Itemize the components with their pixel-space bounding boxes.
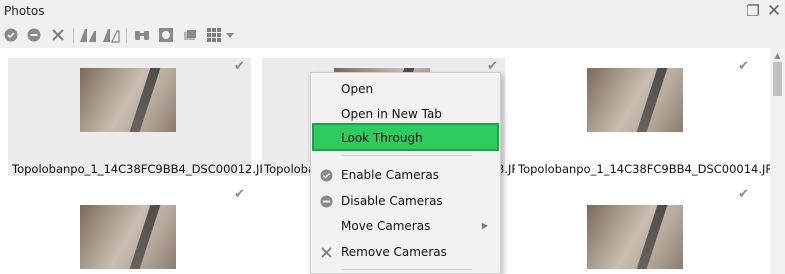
disable-icon[interactable] [25,26,43,44]
menu-item-look-through[interactable]: Look Through [341,127,502,149]
photo-thumbnail[interactable] [587,205,683,269]
toolbar-separator [73,28,74,43]
menu-item-label: Enable Cameras [341,168,440,182]
photo-card[interactable]: ✔ [8,186,251,274]
menu-item-remove-cameras[interactable]: Remove Cameras [320,241,502,263]
vertical-scrollbar[interactable]: ▲ [770,48,785,274]
menu-item-open[interactable]: Open [341,78,502,100]
disable-icon [319,194,333,208]
photo-filename: Topolobanpo_1_14C38FC9BB4_DSC00014.JPG [518,162,782,176]
context-menu: Open Open in New Tab Look Through Enable… [310,72,501,274]
menu-item-move-cameras[interactable]: Move Cameras ▶ [341,215,502,237]
record-icon[interactable] [157,26,175,44]
scrollbar-thumb[interactable] [773,62,782,96]
checkmark-icon[interactable]: ✔ [738,60,752,74]
photo-thumbnail[interactable] [587,68,683,132]
photo-thumbnail[interactable] [80,205,176,269]
photo-card[interactable]: ✔ [515,186,758,274]
photo-thumbnail[interactable] [80,68,176,132]
checkmark-icon[interactable]: ✔ [738,188,752,202]
title-bar: Photos ❐ ✕ [0,0,785,22]
menu-item-enable-cameras[interactable]: Enable Cameras [320,164,502,186]
photo-filename: Topolobanpo_1_14C38FC9BB4_DSC00012.JPG [12,162,276,176]
menu-item-disable-cameras[interactable]: Disable Cameras [320,190,502,212]
menu-separator [341,269,472,270]
enable-icon[interactable] [2,26,20,44]
enable-icon [319,168,333,182]
checkmark-icon[interactable]: ✔ [234,60,248,74]
dropdown-arrow-icon[interactable] [224,26,236,44]
restore-icon[interactable]: ❐ [744,2,762,20]
panel-title: Photos [4,4,45,18]
binoculars-icon[interactable] [133,26,151,44]
menu-item-label: Move Cameras [341,219,431,233]
remove-icon[interactable] [49,26,67,44]
checkmark-icon[interactable]: ✔ [234,188,248,202]
menu-separator [341,155,472,156]
grid-view-icon[interactable] [205,26,223,44]
align-icon[interactable] [79,26,97,44]
submenu-arrow-icon: ▶ [481,221,488,230]
menu-item-label: Remove Cameras [341,245,447,259]
scroll-up-arrow-icon[interactable]: ▲ [770,48,785,63]
photo-card[interactable]: ✔ Topolobanpo_1_14C38FC9BB4_DSC00012.JPG [8,58,275,176]
toolbar-separator [126,28,127,43]
align-all-icon[interactable] [102,26,120,44]
remove-icon [319,245,333,259]
menu-item-open-in-new-tab[interactable]: Open in New Tab [341,103,502,125]
menu-item-label: Disable Cameras [341,194,443,208]
close-icon[interactable]: ✕ [765,2,783,20]
photo-card[interactable]: ✔ Topolobanpo_1_14C38FC9BB4_DSC00014.JPG [515,58,781,176]
mask-icon[interactable] [181,26,199,44]
toolbar [0,22,785,48]
